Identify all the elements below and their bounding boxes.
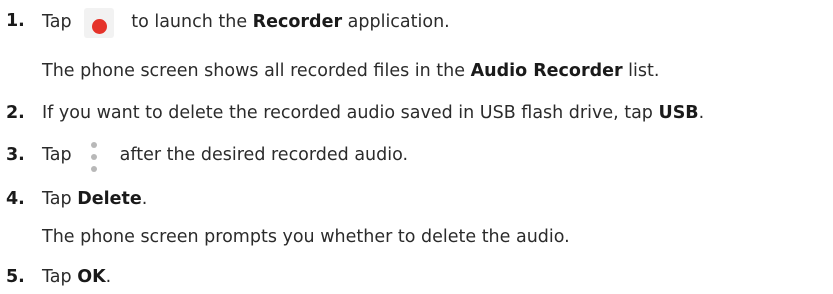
list-name: Audio Recorder bbox=[470, 61, 623, 81]
step-text: application. bbox=[342, 12, 450, 32]
step-text: Tap bbox=[42, 12, 72, 32]
more-options-icon bbox=[90, 140, 98, 182]
step-number: 2. bbox=[6, 103, 25, 123]
usb-label: USB bbox=[658, 103, 699, 123]
step-number: 3. bbox=[6, 145, 25, 165]
step-text: to launch the bbox=[125, 12, 253, 32]
app-name: Recorder bbox=[252, 12, 343, 32]
step-4-note: The phone screen prompts you whether to … bbox=[42, 227, 570, 247]
delete-label: Delete bbox=[77, 189, 142, 209]
step-number: 1. bbox=[6, 11, 25, 31]
ok-label: OK bbox=[77, 267, 106, 287]
step-number: 4. bbox=[6, 189, 25, 209]
step-1-note: The phone screen shows all recorded file… bbox=[42, 61, 660, 81]
record-icon bbox=[83, 8, 114, 38]
step-number: 5. bbox=[6, 267, 25, 287]
